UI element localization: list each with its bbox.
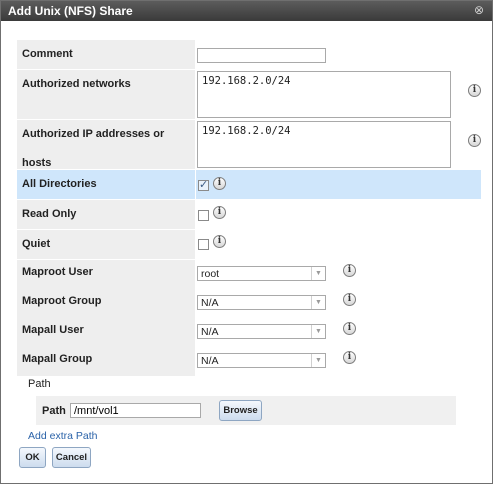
maproot-user-label: Maproot User <box>17 260 195 289</box>
close-icon[interactable]: ⊗ <box>472 3 486 17</box>
dialog-title: Add Unix (NFS) Share <box>8 4 133 18</box>
chevron-down-icon: ▼ <box>311 267 325 280</box>
cancel-button[interactable]: Cancel <box>52 447 91 468</box>
maproot-user-value: root <box>201 268 220 280</box>
mapall-group-select[interactable]: N/A ▼ <box>197 353 326 368</box>
maproot-user-row: Maproot User root ▼ i <box>17 260 481 289</box>
mapall-user-label: Mapall User <box>17 318 195 347</box>
path-section-heading: Path <box>28 378 51 390</box>
hosts-row: Authorized IP addresses or hosts 192.168… <box>17 120 481 169</box>
all-directories-info-icon[interactable]: i <box>213 177 226 190</box>
all-directories-row: All Directories i <box>17 170 481 199</box>
maproot-user-select[interactable]: root ▼ <box>197 266 326 281</box>
mapall-group-value: N/A <box>201 355 219 367</box>
browse-button[interactable]: Browse <box>219 400 262 421</box>
quiet-row: Quiet i <box>17 230 481 259</box>
comment-label: Comment <box>17 40 195 69</box>
hosts-textarea[interactable]: 192.168.2.0/24 <box>197 121 451 168</box>
comment-row: Comment <box>17 40 481 69</box>
maproot-group-value: N/A <box>201 297 219 309</box>
path-row: Path Browse <box>36 396 456 425</box>
read-only-checkbox[interactable] <box>198 210 209 221</box>
quiet-info-icon[interactable]: i <box>213 235 226 248</box>
chevron-down-icon: ▼ <box>311 296 325 309</box>
mapall-user-row: Mapall User N/A ▼ i <box>17 318 481 347</box>
read-only-info-icon[interactable]: i <box>213 206 226 219</box>
quiet-checkbox[interactable] <box>198 239 209 250</box>
chevron-down-icon: ▼ <box>311 354 325 367</box>
maproot-group-info-icon[interactable]: i <box>343 293 356 306</box>
mapall-group-label: Mapall Group <box>17 347 195 376</box>
quiet-label: Quiet <box>17 230 195 259</box>
mapall-user-info-icon[interactable]: i <box>343 322 356 335</box>
networks-textarea[interactable]: 192.168.2.0/24 <box>197 71 451 118</box>
all-directories-checkbox[interactable] <box>198 178 209 191</box>
maproot-user-info-icon[interactable]: i <box>343 264 356 277</box>
hosts-label: Authorized IP addresses or hosts <box>17 120 195 169</box>
mapall-user-select[interactable]: N/A ▼ <box>197 324 326 339</box>
read-only-row: Read Only i <box>17 200 481 229</box>
ok-button[interactable]: OK <box>19 447 46 468</box>
mapall-group-info-icon[interactable]: i <box>343 351 356 364</box>
all-directories-label: All Directories <box>17 170 195 199</box>
read-only-label: Read Only <box>17 200 195 229</box>
comment-input[interactable] <box>197 48 326 63</box>
mapall-user-value: N/A <box>201 326 219 338</box>
networks-row: Authorized networks 192.168.2.0/24 i <box>17 70 481 119</box>
hosts-info-icon[interactable]: i <box>468 134 481 147</box>
networks-label: Authorized networks <box>17 70 195 119</box>
networks-info-icon[interactable]: i <box>468 84 481 97</box>
dialog-titlebar: Add Unix (NFS) Share ⊗ <box>1 1 492 21</box>
maproot-group-label: Maproot Group <box>17 289 195 318</box>
maproot-group-row: Maproot Group N/A ▼ i <box>17 289 481 318</box>
nfs-share-dialog: Add Unix (NFS) Share ⊗ Comment Authorize… <box>0 0 493 484</box>
maproot-group-select[interactable]: N/A ▼ <box>197 295 326 310</box>
path-input[interactable] <box>70 403 201 418</box>
mapall-group-row: Mapall Group N/A ▼ i <box>17 347 481 376</box>
chevron-down-icon: ▼ <box>311 325 325 338</box>
add-extra-path-link[interactable]: Add extra Path <box>28 430 97 442</box>
path-label: Path <box>42 405 66 417</box>
